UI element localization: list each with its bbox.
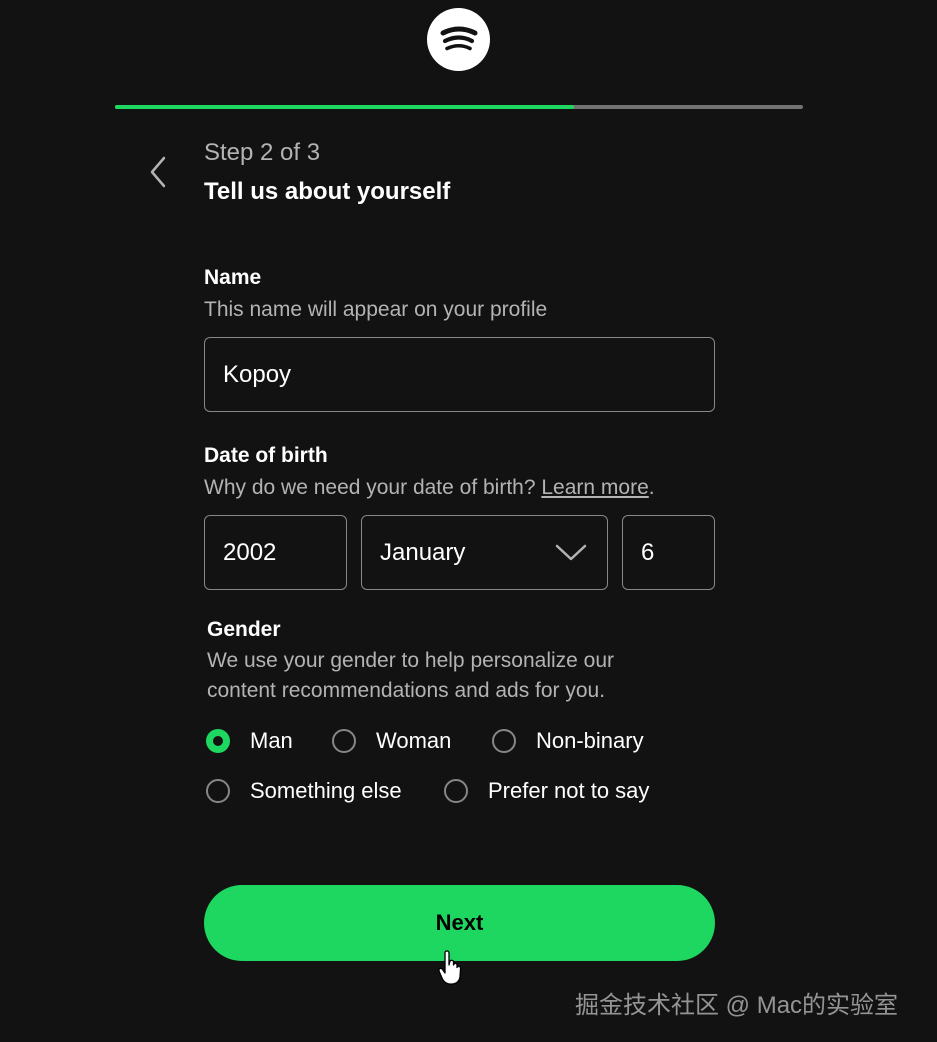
step-title: Tell us about yourself <box>204 178 451 205</box>
birth-month-value: January <box>380 538 466 566</box>
signup-page: Step 2 of 3 Tell us about yourself Name … <box>0 0 937 1042</box>
progress-bar <box>115 105 803 109</box>
dob-help-text: Why do we need your date of birth? Learn… <box>204 473 655 503</box>
radio-button[interactable] <box>206 779 230 803</box>
dob-help-question: Why do we need your date of birth? <box>204 476 536 499</box>
progress-bar-fill <box>115 105 574 109</box>
gender-option-label: Prefer not to say <box>488 778 650 803</box>
step-indicator: Step 2 of 3 <box>204 139 321 166</box>
birth-month-select[interactable]: January <box>361 515 608 590</box>
chevron-left-icon <box>150 156 166 188</box>
gender-help-line-1: We use your gender to help personalize o… <box>207 649 615 672</box>
name-help-text: This name will appear on your profile <box>204 298 548 321</box>
dob-label: Date of birth <box>204 444 328 467</box>
radio-button[interactable] <box>444 779 468 803</box>
birth-year-input[interactable] <box>204 515 347 590</box>
gender-label: Gender <box>207 618 281 641</box>
chevron-down-icon <box>555 544 587 561</box>
dob-help-suffix: . <box>648 476 655 499</box>
gender-option-label: Non-binary <box>536 728 644 753</box>
gender-option-man[interactable]: Man <box>206 728 293 754</box>
back-button[interactable] <box>140 152 176 192</box>
name-label: Name <box>204 266 262 289</box>
gender-help-line-2: content recommendations and ads for you. <box>207 679 606 702</box>
spotify-logo-icon <box>427 8 490 71</box>
gender-option-label: Woman <box>376 728 452 753</box>
radio-button[interactable] <box>492 729 516 753</box>
gender-option-label: Something else <box>250 778 402 803</box>
radio-button[interactable] <box>332 729 356 753</box>
watermark: 掘金技术社区 @ Mac的实验室 <box>575 992 899 1019</box>
hand-cursor-icon <box>438 950 462 985</box>
name-input[interactable] <box>204 337 715 412</box>
gender-option-woman[interactable]: Woman <box>332 728 451 754</box>
gender-option-non-binary[interactable]: Non-binary <box>492 728 644 754</box>
gender-option-something-else[interactable]: Something else <box>206 778 402 804</box>
learn-more-link[interactable]: Learn more <box>541 476 648 499</box>
gender-option-prefer-not-to-say[interactable]: Prefer not to say <box>444 778 649 804</box>
gender-option-label: Man <box>250 728 293 753</box>
radio-button[interactable] <box>206 729 230 753</box>
birth-day-input[interactable] <box>622 515 715 590</box>
